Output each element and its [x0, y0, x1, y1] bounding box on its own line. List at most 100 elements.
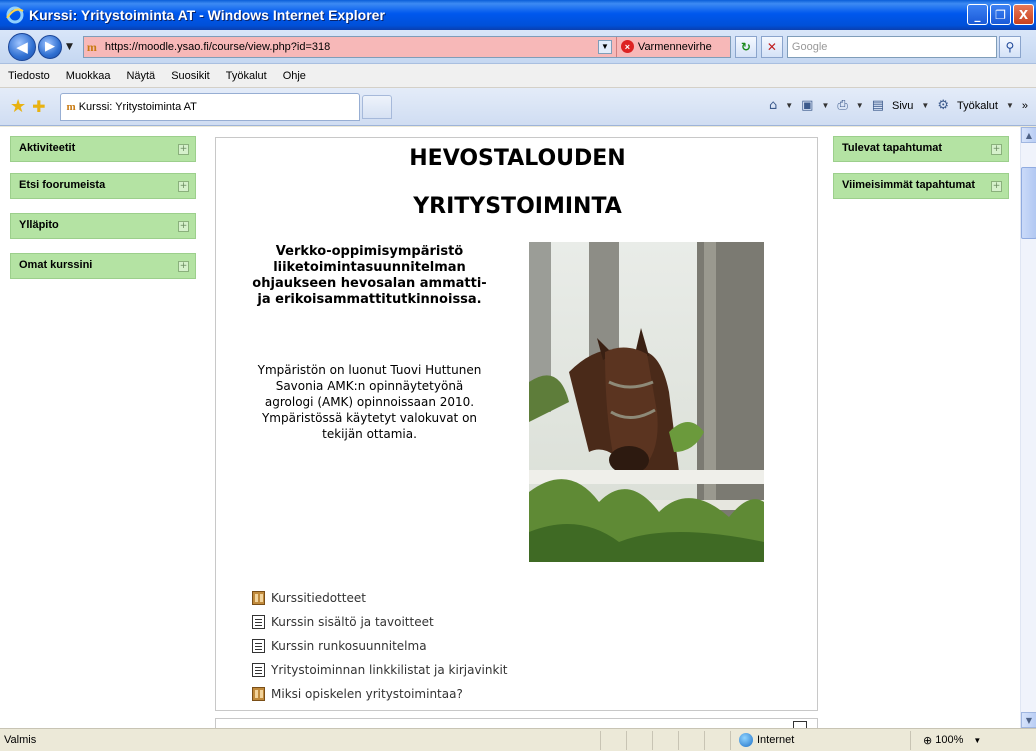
feeds-icon[interactable]: ▣ [801, 98, 813, 113]
status-bar: Valmis Internet ⊕ 100% ▼ [0, 728, 1036, 751]
back-button[interactable]: ◀ [8, 32, 36, 61]
resource-link-content-goals[interactable]: Kurssin sisältö ja tavoitteet [252, 610, 507, 634]
status-pane [704, 730, 730, 750]
block-administration[interactable]: Ylläpito + [10, 213, 196, 239]
ie-logo-icon [6, 6, 24, 24]
expand-icon[interactable]: + [178, 181, 189, 192]
document-icon [252, 663, 265, 677]
window-title: Kurssi: Yritystoiminta AT - Windows Inte… [29, 7, 385, 23]
feeds-dropdown-icon[interactable]: ▼ [821, 101, 829, 110]
resource-link-why-study[interactable]: Miksi opiskelen yritystoimintaa? [252, 682, 507, 706]
close-button[interactable]: X [1013, 4, 1034, 25]
credits-text: Ympäristön on luonut Tuovi Huttunen Savo… [257, 363, 482, 441]
menu-bar: Tiedosto Muokkaa Näytä Suosikit Työkalut… [0, 64, 1036, 88]
zoom-magnifier-icon: ⊕ [923, 733, 933, 747]
block-title: Aktiviteetit [19, 142, 76, 154]
document-icon [252, 615, 265, 629]
scrollbar-thumb[interactable] [1021, 167, 1036, 239]
address-field[interactable]: m https://moodle.ysao.fi/course/view.php… [82, 35, 731, 58]
expand-icon[interactable]: + [178, 261, 189, 272]
resource-link-news-forum[interactable]: Kurssitiedotteet [252, 586, 507, 610]
scroll-down-icon[interactable]: ▼ [1021, 712, 1036, 728]
resource-label[interactable]: Kurssin runkosuunnitelma [271, 639, 427, 653]
block-title: Viimeisimmät tapahtumat [842, 179, 976, 191]
search-input[interactable]: Google [786, 35, 997, 58]
block-recent-activity[interactable]: Viimeisimmät tapahtumat + [833, 173, 1009, 199]
zoom-control[interactable]: ⊕ 100% ▼ [910, 730, 1010, 750]
menu-tools[interactable]: Työkalut [224, 68, 269, 84]
address-toolbar: ◀ ▶ ▼ m https://moodle.ysao.fi/course/vi… [0, 30, 1036, 64]
forum-icon [252, 687, 265, 701]
stop-button[interactable]: ✕ [760, 35, 783, 58]
print-icon[interactable]: ⎙ [837, 98, 847, 113]
resource-link-course-plan[interactable]: Kurssin runkosuunnitelma [252, 634, 507, 658]
expand-icon[interactable]: + [178, 144, 189, 155]
resource-label[interactable]: Kurssin sisältö ja tavoitteet [271, 615, 434, 629]
status-text: Valmis [4, 734, 37, 746]
horse-photo [529, 242, 764, 562]
url-text[interactable]: https://moodle.ysao.fi/course/view.php?i… [105, 41, 330, 53]
home-icon[interactable]: ⌂ [769, 98, 777, 113]
block-upcoming-events[interactable]: Tulevat tapahtumat + [833, 136, 1009, 162]
globe-icon [739, 733, 753, 747]
zoom-dropdown-icon[interactable]: ▼ [973, 736, 981, 745]
security-zone[interactable]: Internet [730, 730, 900, 750]
certificate-error-label: Varmennevirhe [637, 40, 712, 53]
page-title-line-1: HEVOSTALOUDEN [409, 146, 626, 171]
address-dropdown-icon[interactable]: ▼ [597, 39, 612, 54]
status-pane [600, 730, 626, 750]
page-viewport: Aktiviteetit + Etsi foorumeista + Ylläpi… [0, 127, 1020, 728]
tools-dropdown-icon[interactable]: ▼ [1006, 101, 1014, 110]
new-tab-button[interactable] [361, 94, 392, 119]
block-title: Tulevat tapahtumat [842, 142, 943, 154]
menu-favorites[interactable]: Suosikit [169, 68, 212, 84]
resource-label[interactable]: Kurssitiedotteet [271, 591, 366, 605]
zoom-level: 100% [935, 734, 964, 746]
expand-icon[interactable]: + [178, 221, 189, 232]
menu-help[interactable]: Ohje [281, 68, 308, 84]
maximize-button[interactable]: ❐ [990, 4, 1011, 25]
block-title: Omat kurssini [19, 259, 93, 271]
vertical-scrollbar[interactable]: ▲ ▼ [1020, 127, 1036, 728]
document-icon [252, 639, 265, 653]
browser-tab[interactable]: m Kurssi: Yritystoiminta AT [59, 92, 360, 121]
certificate-error-button[interactable]: × Varmennevirhe [615, 36, 730, 57]
block-my-courses[interactable]: Omat kurssini + [10, 253, 196, 279]
moodle-favicon-icon: m [86, 39, 97, 54]
search-icon[interactable]: ⚲ [998, 35, 1021, 58]
minimize-button[interactable]: _ [967, 4, 988, 25]
resource-list: Kurssitiedotteet Kurssin sisältö ja tavo… [252, 586, 507, 706]
next-topic-section [215, 718, 818, 728]
scroll-up-icon[interactable]: ▲ [1021, 127, 1036, 143]
block-title: Etsi foorumeista [19, 179, 106, 191]
block-forum-search[interactable]: Etsi foorumeista + [10, 173, 196, 199]
tools-menu[interactable]: Työkalut [957, 100, 998, 112]
menu-edit[interactable]: Muokkaa [64, 68, 113, 84]
add-favorites-icon[interactable]: ✚ [32, 97, 45, 116]
resource-link-link-lists[interactable]: Yritystoiminnan linkkilistat ja kirjavin… [252, 658, 507, 682]
status-pane [678, 730, 704, 750]
resource-label[interactable]: Yritystoiminnan linkkilistat ja kirjavin… [271, 663, 507, 677]
tab-bar: ★ ✚ m Kurssi: Yritystoiminta AT ⌂ ▼ ▣ ▼ ⎙ ▼… [0, 88, 1036, 126]
expand-icon[interactable]: + [991, 181, 1002, 192]
refresh-button[interactable]: ↻ [734, 35, 757, 58]
menu-view[interactable]: Näytä [124, 68, 157, 84]
block-title: Ylläpito [19, 219, 59, 231]
forward-button[interactable]: ▶ [38, 34, 62, 59]
forum-icon [252, 591, 265, 605]
block-activities[interactable]: Aktiviteetit + [10, 136, 196, 162]
history-dropdown-icon[interactable]: ▼ [66, 42, 73, 52]
menu-file[interactable]: Tiedosto [6, 68, 52, 84]
resource-label[interactable]: Miksi opiskelen yritystoimintaa? [271, 687, 463, 701]
expand-icon[interactable]: + [991, 144, 1002, 155]
command-bar: ⌂ ▼ ▣ ▼ ⎙ ▼ ▤ Sivu ▼ ⚙ Työkalut ▼ » [769, 98, 1028, 113]
page-dropdown-icon[interactable]: ▼ [921, 101, 929, 110]
print-dropdown-icon[interactable]: ▼ [856, 101, 864, 110]
favorites-star-icon[interactable]: ★ [10, 96, 26, 117]
certificate-error-icon: × [620, 40, 634, 53]
collapse-topic-icon[interactable] [793, 721, 807, 728]
home-dropdown-icon[interactable]: ▼ [785, 101, 793, 110]
tab-label: Kurssi: Yritystoiminta AT [78, 100, 197, 113]
chevron-more-icon[interactable]: » [1022, 100, 1028, 112]
page-menu[interactable]: Sivu [892, 100, 913, 112]
